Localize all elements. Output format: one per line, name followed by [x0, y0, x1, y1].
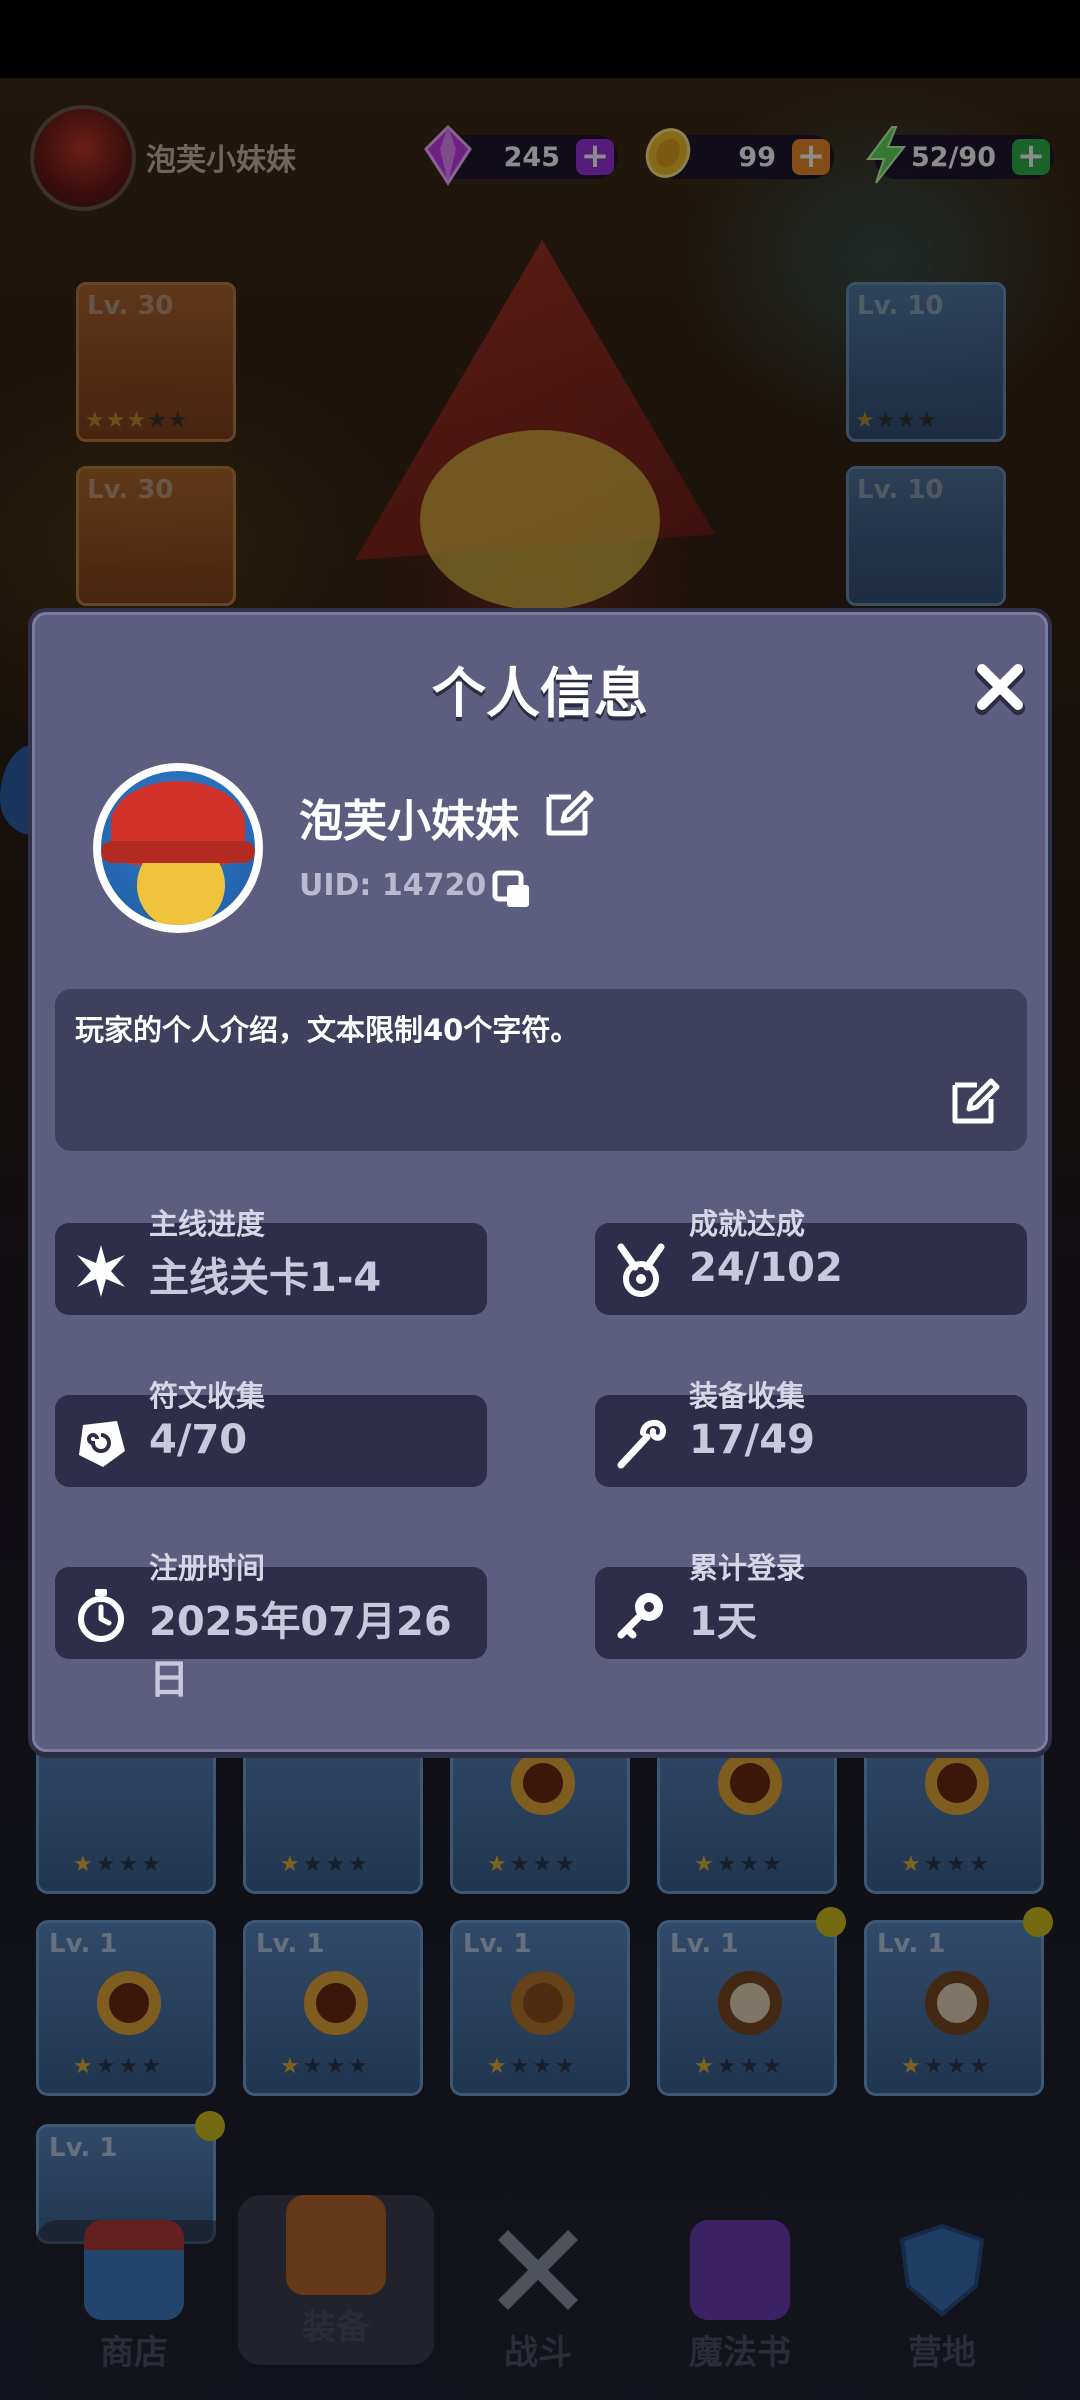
- stopwatch-icon: [78, 1589, 124, 1642]
- profile-modal: 个人信息 泡芙小妹妹 UID: 14720 玩家的个人介绍，文本限制40个字符。: [32, 612, 1048, 1752]
- stat-value: 1天: [689, 1599, 757, 1645]
- stat-value: 2025年07月26日: [149, 1599, 452, 1703]
- stat-label: 注册时间: [149, 1551, 266, 1585]
- stat-value: 17/49: [689, 1417, 815, 1463]
- uid-label: UID: 14720: [299, 868, 487, 903]
- stat-value: 24/102: [689, 1245, 843, 1291]
- stat-register-time: 注册时间 2025年07月26日: [55, 1551, 487, 1703]
- stat-value: 主线关卡1-4: [149, 1255, 382, 1301]
- intro-text: 玩家的个人介绍，文本限制40个字符。: [75, 1013, 580, 1047]
- medal-icon: [617, 1243, 665, 1297]
- star-burst-icon: [77, 1245, 125, 1297]
- stat-main-progress: 主线进度 主线关卡1-4: [55, 1207, 487, 1315]
- rune-stone-icon: [79, 1421, 125, 1467]
- copy-icon[interactable]: [491, 869, 533, 911]
- intro-box: 玩家的个人介绍，文本限制40个字符。: [55, 989, 1027, 1151]
- stat-label: 累计登录: [689, 1551, 806, 1585]
- stat-label: 主线进度: [149, 1207, 266, 1241]
- stat-rune: 符文收集 4/70: [55, 1379, 487, 1487]
- stat-achievement: 成就达成 24/102: [595, 1207, 1027, 1315]
- modal-title: 个人信息: [432, 662, 648, 725]
- edit-icon[interactable]: [541, 785, 597, 841]
- stat-label: 装备收集: [689, 1379, 806, 1413]
- key-icon: [617, 1593, 663, 1639]
- edit-icon[interactable]: [947, 1073, 1003, 1129]
- stat-equip: 装备收集 17/49: [595, 1379, 1027, 1487]
- stat-label: 符文收集: [149, 1379, 266, 1413]
- stat-label: 成就达成: [689, 1207, 806, 1241]
- stat-total-login: 累计登录 1天: [595, 1551, 1027, 1659]
- magic-wand-icon: [617, 1420, 667, 1469]
- close-icon[interactable]: [970, 657, 1030, 717]
- player-name: 泡芙小妹妹: [299, 796, 519, 847]
- profile-avatar[interactable]: [93, 763, 263, 933]
- stat-value: 4/70: [149, 1417, 248, 1463]
